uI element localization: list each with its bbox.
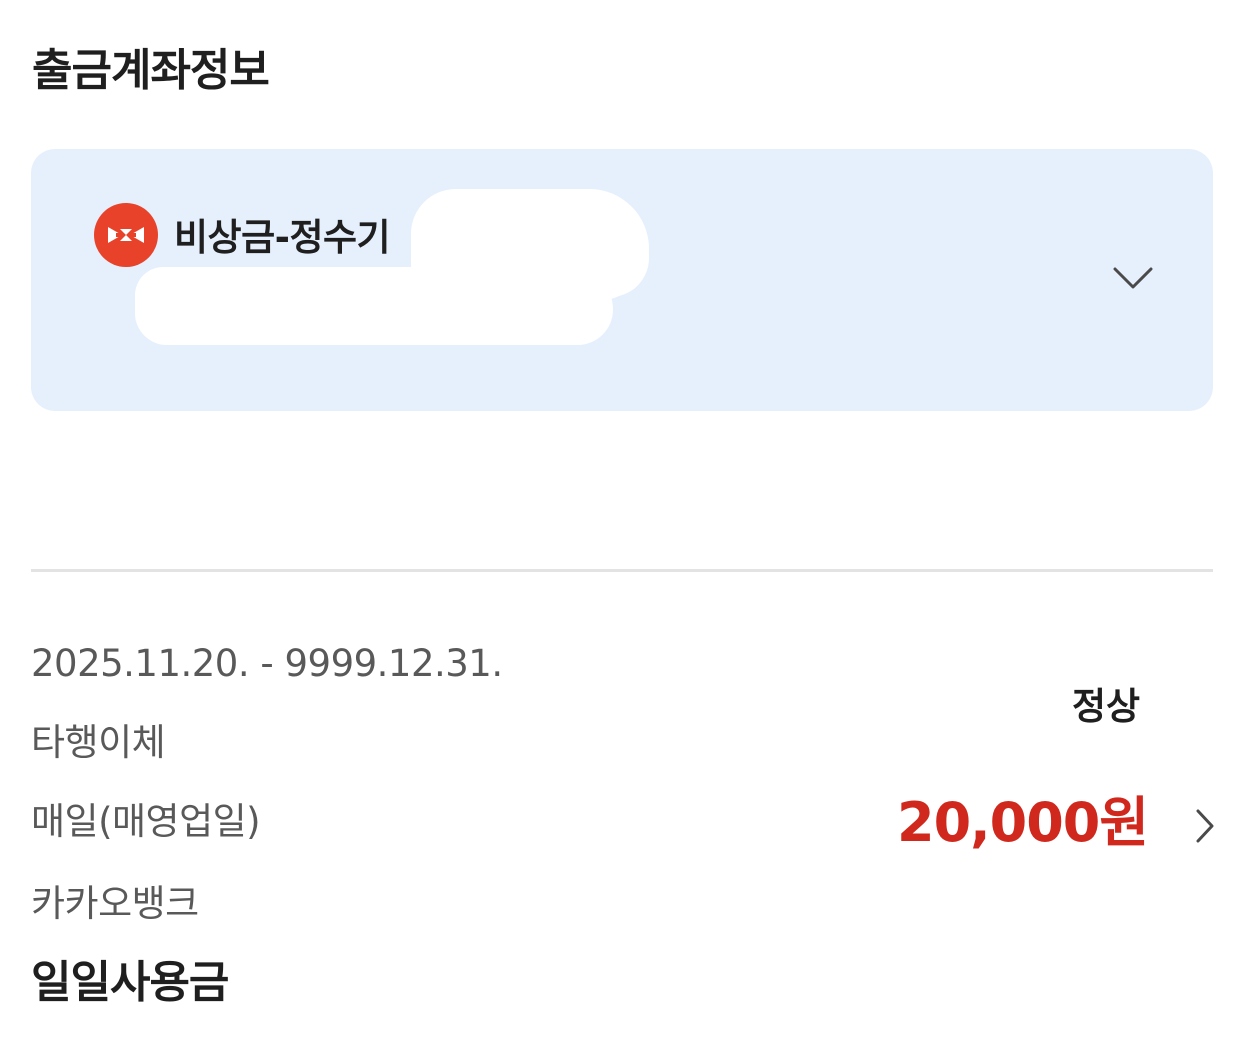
withdrawal-account-page: 출금계좌정보 비상금-정수기 2025.11.20. - 9999.12.31.…: [0, 0, 1246, 1058]
transfer-amount: 20,000원: [897, 791, 1149, 854]
destination-bank: 카카오뱅크: [31, 882, 199, 925]
chevron-down-icon[interactable]: [1111, 263, 1155, 293]
status-badge: 정상: [1072, 685, 1141, 728]
transfer-period: 2025.11.20. - 9999.12.31.: [31, 642, 503, 685]
page-title: 출금계좌정보: [32, 45, 270, 96]
transfer-name: 일일사용금: [31, 957, 229, 1008]
redaction-mark: [135, 267, 613, 345]
section-divider: [31, 569, 1213, 572]
transfer-frequency: 매일(매영업일): [31, 800, 261, 843]
bank-logo-icon: [94, 203, 158, 267]
chevron-right-icon[interactable]: [1193, 805, 1217, 847]
transfer-type: 타행이체: [31, 721, 166, 764]
withdrawal-account-selector[interactable]: 비상금-정수기: [31, 149, 1213, 411]
account-name: 비상금-정수기: [174, 216, 391, 259]
